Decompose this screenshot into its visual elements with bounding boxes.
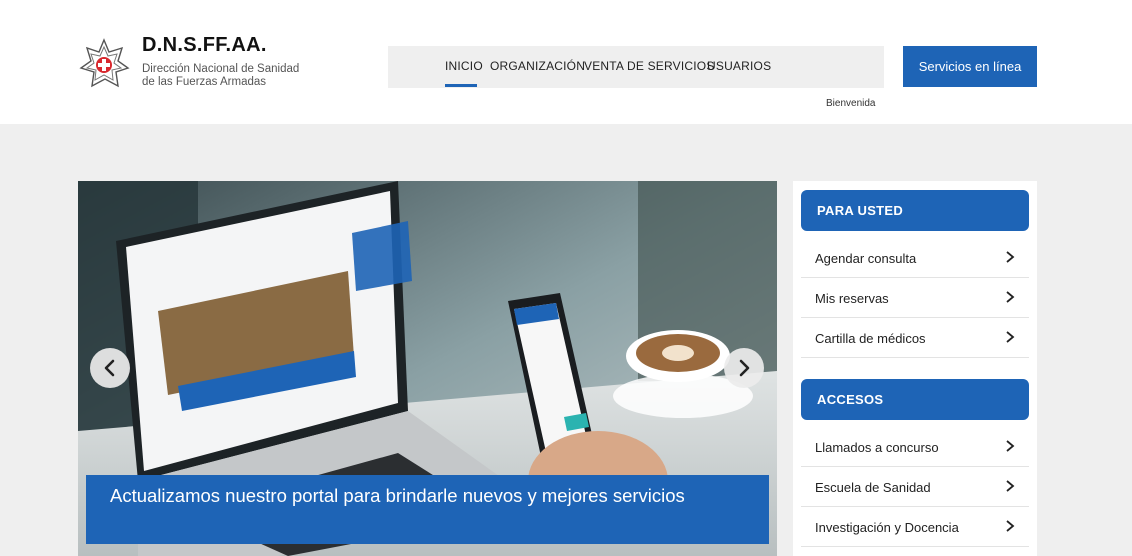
sidebar-item-label: Escuela de Sanidad — [815, 480, 931, 495]
section-accesos-header: ACCESOS — [801, 379, 1029, 420]
sidebar-item-label: Agendar consulta — [815, 251, 917, 266]
sidebar-item-llamados-a-concurso[interactable]: Llamados a concurso — [801, 427, 1029, 467]
main-nav: INICIO ORGANIZACIÓN VENTA DE SERVICIOS U… — [388, 46, 884, 88]
brand-title[interactable]: D.N.S.FF.AA. — [142, 34, 267, 57]
section-para-usted-header: PARA USTED — [801, 190, 1029, 231]
nav-venta-de-servicios[interactable]: VENTA DE SERVICIOS — [584, 59, 715, 73]
sidebar-item-label: Cartilla de médicos — [815, 331, 926, 346]
sidebar-item-escuela-de-sanidad[interactable]: Escuela de Sanidad — [801, 467, 1029, 507]
welcome-text: Bienvenida — [826, 98, 876, 109]
chevron-right-icon — [1006, 520, 1015, 532]
hero-caption[interactable]: Actualizamos nuestro portal para brindar… — [86, 475, 769, 544]
chevron-right-icon — [1006, 440, 1015, 452]
site-header: D.N.S.FF.AA. Dirección Nacional de Sanid… — [0, 0, 1132, 124]
brand-subtitle-line-2: de las Fuerzas Armadas — [142, 76, 267, 88]
logo-icon[interactable] — [78, 38, 130, 90]
sidebar-item-cartilla-de-medicos[interactable]: Cartilla de médicos — [801, 318, 1029, 358]
chevron-right-icon — [1006, 291, 1015, 303]
nav-usuarios[interactable]: USUARIOS — [707, 59, 771, 73]
sidebar-item-label: Llamados a concurso — [815, 440, 939, 455]
sidebar-item-label: Investigación y Docencia — [815, 520, 959, 535]
sidebar-item-investigacion-y-docencia[interactable]: Investigación y Docencia — [801, 507, 1029, 547]
chevron-right-icon — [739, 359, 750, 377]
sidebar-item-mis-reservas[interactable]: Mis reservas — [801, 278, 1029, 318]
brand-subtitle-line-1: Dirección Nacional de Sanidad — [142, 63, 300, 75]
online-services-button[interactable]: Servicios en línea — [903, 46, 1037, 87]
nav-inicio[interactable]: INICIO — [445, 59, 483, 73]
chevron-right-icon — [1006, 251, 1015, 263]
nav-organizacion[interactable]: ORGANIZACIÓN — [490, 59, 585, 73]
chevron-right-icon — [1006, 480, 1015, 492]
brand-subtitle: Dirección Nacional de Sanidad de las Fue… — [142, 63, 322, 89]
sidebar-item-agendar-consulta[interactable]: Agendar consulta — [801, 238, 1029, 278]
chevron-right-icon — [1006, 331, 1015, 343]
sidebar-item-label: Mis reservas — [815, 291, 889, 306]
carousel-prev-button[interactable] — [90, 348, 130, 388]
carousel-next-button[interactable] — [724, 348, 764, 388]
nav-active-indicator — [445, 84, 477, 87]
chevron-left-icon — [104, 359, 115, 377]
